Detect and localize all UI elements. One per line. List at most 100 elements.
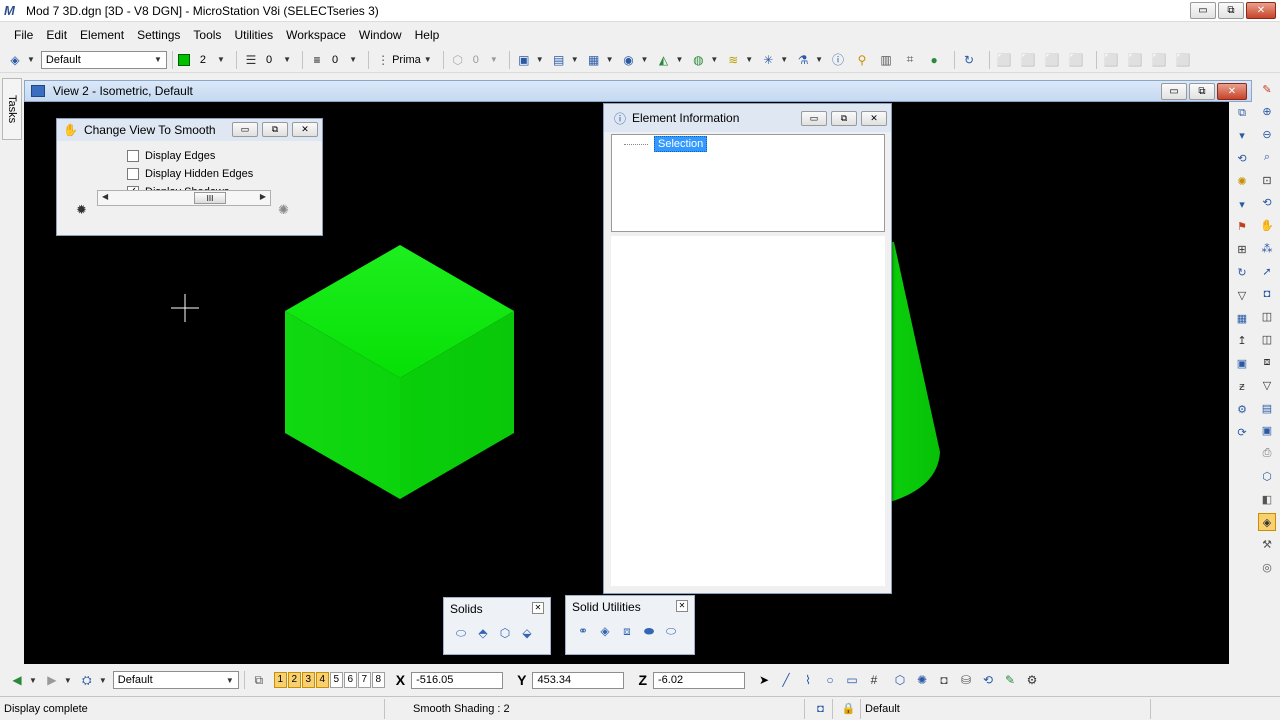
circle-icon[interactable]: ○ — [821, 671, 839, 689]
solid-icon[interactable]: ⬡ — [891, 671, 909, 689]
thicken-icon[interactable]: ⬬ — [640, 622, 658, 640]
toolbox-titlebar[interactable]: Solid Utilities ✕ — [566, 596, 694, 618]
view-back-button[interactable]: ⬜ — [1126, 51, 1144, 69]
level-manager-button[interactable]: ◈ ▼ — [6, 51, 35, 69]
tree-item-selection[interactable]: Selection — [654, 136, 708, 152]
settings-icon[interactable]: ⚙ — [1023, 671, 1041, 689]
display-hidden-edges-checkbox[interactable] — [127, 168, 139, 180]
print-icon[interactable]: ⎙ — [1258, 445, 1276, 463]
navigate-icon[interactable]: ⟳ — [1233, 423, 1251, 441]
view-next-icon[interactable]: ◫ — [1258, 331, 1276, 349]
active-line-style-picker[interactable]: ☰ 0 ▼ — [242, 51, 291, 69]
line-icon[interactable]: ╱ — [777, 671, 795, 689]
save-icon[interactable]: ▣ — [1258, 422, 1276, 440]
view-groups-icon[interactable]: ⧉ — [250, 671, 268, 689]
fly-icon[interactable]: ➚ — [1258, 262, 1276, 280]
rotate-icon[interactable]: ⟲ — [979, 671, 997, 689]
view-minimize-button[interactable]: ▭ — [1161, 83, 1187, 100]
grid-icon[interactable]: # — [865, 671, 883, 689]
view-window-titlebar[interactable]: View 2 - Isometric, Default ▭ ⧉ ✕ — [24, 80, 1252, 102]
pen-icon[interactable]: ✎ — [1258, 80, 1276, 98]
chevron-down-icon[interactable]: ▾ — [1233, 195, 1251, 213]
dialog-titlebar[interactable]: ⓘ Element Information ▭ ⧉ ✕ — [604, 104, 891, 132]
z-coordinate-field[interactable]: -6.02 — [653, 671, 746, 689]
view-2-button[interactable]: 2 — [287, 672, 301, 688]
view-4-button[interactable]: 4 — [315, 672, 329, 688]
convert-solid-icon[interactable]: ⚭ — [574, 622, 592, 640]
view-copy-icon[interactable]: ⧉ — [1233, 104, 1251, 122]
materials-button[interactable]: ◍ ▼ — [689, 51, 718, 69]
camera-icon[interactable]: ◘ — [935, 671, 953, 689]
display-hidden-edges-option[interactable]: Display Hidden Edges — [127, 165, 322, 183]
references-button[interactable]: ▦ ▼ — [585, 51, 614, 69]
menu-workspace[interactable]: Workspace — [286, 28, 346, 42]
grid-icon[interactable]: ⊞ — [1233, 241, 1251, 259]
pointer-icon[interactable]: ➤ — [755, 671, 773, 689]
view-iso-button[interactable]: ⬜ — [1067, 51, 1085, 69]
tools-icon[interactable]: ⚒ — [1258, 536, 1276, 554]
display-edges-checkbox[interactable] — [127, 150, 139, 162]
model-selector-button[interactable]: ⛭ ▼ — [78, 671, 107, 689]
status-view-icon[interactable]: ◘ — [805, 698, 833, 719]
view-front-button[interactable]: ⬜ — [1019, 51, 1037, 69]
view-top-button[interactable]: ⬜ — [995, 51, 1013, 69]
browser-button[interactable]: ● — [925, 51, 943, 69]
menu-file[interactable]: File — [14, 28, 33, 42]
view-3-button[interactable]: 3 — [301, 672, 315, 688]
find-button[interactable]: ⚲ — [853, 51, 871, 69]
modify-solid-icon[interactable]: ⬙ — [518, 624, 536, 642]
toolbox-close-button[interactable]: ✕ — [676, 600, 688, 612]
dialog-minimize-button[interactable]: ▭ — [232, 122, 258, 137]
tasks-tab[interactable]: Tasks — [2, 78, 22, 140]
view-previous-icon[interactable]: ◫ — [1258, 308, 1276, 326]
element-selection-button[interactable]: ▣ ▼ — [515, 51, 544, 69]
explorer-icon[interactable]: ◎ — [1258, 559, 1276, 577]
display-edges-option[interactable]: Display Edges — [127, 147, 322, 165]
zoom-in-icon[interactable]: ⊕ — [1258, 103, 1276, 121]
dialog-titlebar[interactable]: ✋ Change View To Smooth ▭ ⧉ ✕ — [57, 119, 322, 141]
active-color-picker[interactable]: 2 ▼ — [177, 53, 225, 66]
place-smartline-icon[interactable]: ⌇ — [799, 671, 817, 689]
stamp-icon[interactable]: ⚑ — [1233, 218, 1251, 236]
element-tree[interactable]: Selection — [611, 134, 885, 232]
clip-mask-icon[interactable]: ▽ — [1258, 376, 1276, 394]
separate-solids-icon[interactable]: ⧈ — [618, 622, 636, 640]
view-1-button[interactable]: 1 — [273, 672, 287, 688]
model-combo[interactable]: Default ▼ — [112, 671, 239, 689]
element-info-button[interactable]: ⓘ — [829, 51, 847, 69]
copy-view-icon[interactable]: ⧈ — [1258, 354, 1276, 372]
slider-left-arrow[interactable]: ◀ — [102, 192, 108, 201]
dialog-restore-button[interactable]: ⧉ — [831, 111, 857, 126]
render-button[interactable]: ◭ ▼ — [654, 51, 684, 69]
back-button[interactable]: ◀ ▼ — [8, 671, 37, 689]
view-5-button[interactable]: 5 — [329, 672, 343, 688]
dialog-restore-button[interactable]: ⧉ — [262, 122, 288, 137]
view-6-button[interactable]: 6 — [343, 672, 357, 688]
snaps-button[interactable]: ✳ ▼ — [759, 51, 788, 69]
dialog-close-button[interactable]: ✕ — [861, 111, 887, 126]
zoom-out-icon[interactable]: ⊖ — [1258, 126, 1276, 144]
view-left-button[interactable]: ⬜ — [1150, 51, 1168, 69]
toolbox-close-button[interactable]: ✕ — [532, 602, 544, 614]
calculator-button[interactable]: ▥ — [877, 51, 895, 69]
display-settings-icon[interactable]: ▤ — [1258, 399, 1276, 417]
slab-solid-icon[interactable]: ⬭ — [452, 624, 470, 642]
maximize-button[interactable]: ⧉ — [1218, 2, 1244, 19]
menu-window[interactable]: Window — [359, 28, 402, 42]
save-view-icon[interactable]: ▣ — [1233, 355, 1251, 373]
minimize-button[interactable]: ▭ — [1190, 2, 1216, 19]
dialog-minimize-button[interactable]: ▭ — [801, 111, 827, 126]
active-class-picker[interactable]: ⋮ Prima ▼ — [374, 51, 432, 69]
model-icon[interactable]: ◧ — [1258, 490, 1276, 508]
pan-hand-icon[interactable]: ✋ — [1258, 217, 1276, 235]
raster-button[interactable]: ◉ ▼ — [620, 51, 648, 69]
align-faces-icon[interactable]: ◈ — [596, 622, 614, 640]
solid-primitive-icon[interactable]: ⬡ — [496, 624, 514, 642]
rotate-view-icon[interactable]: ↻ — [1233, 264, 1251, 282]
extrude-icon[interactable]: ⬘ — [474, 624, 492, 642]
rotate-icon[interactable]: ⟲ — [1258, 194, 1276, 212]
lights-icon[interactable]: ✺ — [1233, 172, 1251, 190]
lights-icon[interactable]: ✺ — [913, 671, 931, 689]
fit-view-icon[interactable]: ⊡ — [1258, 171, 1276, 189]
green-cone-solid[interactable] — [890, 242, 940, 502]
